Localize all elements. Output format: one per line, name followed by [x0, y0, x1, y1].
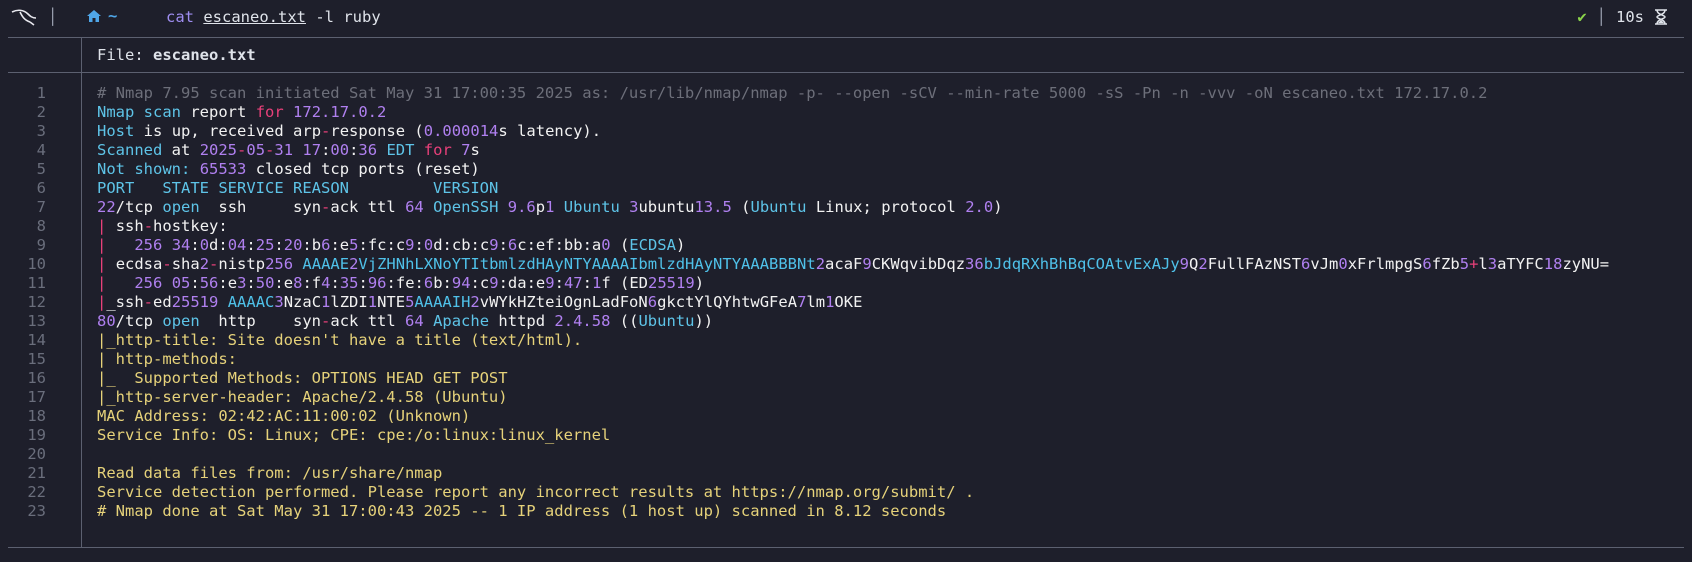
line-text: | 256 34:0d:04:25:20:b6:e5:fc:c9:0d:cb:c… [97, 236, 686, 254]
line-text: 80/tcp open http syn-ack ttl 64 Apache h… [97, 312, 714, 330]
command-name: cat [166, 8, 194, 26]
line-text: 22/tcp open ssh syn-ack ttl 64 OpenSSH 9… [97, 198, 1003, 216]
line-text: | http-methods: [97, 350, 237, 368]
line-text: Service Info: OS: Linux; CPE: cpe:/o:lin… [97, 426, 611, 444]
frame-header-border [8, 72, 1684, 73]
line-number: 11 [27, 274, 46, 292]
line-number: 5 [36, 160, 46, 178]
code-line: 12 |_ssh-ed25519 AAAAC3NzaC1lZDI1NTE5AAAA… [0, 293, 1692, 312]
code-line: 13 80/tcp open http syn-ack ttl 64 Apache… [0, 312, 1692, 331]
line-text: MAC Address: 02:42:AC:11:00:02 (Unknown) [97, 407, 471, 425]
os-segment: │ [10, 6, 74, 28]
kali-dragon-icon [11, 9, 37, 26]
segment-separator: │ [48, 8, 58, 26]
line-number: 13 [27, 312, 46, 330]
line-text: Scanned at 2025-05-31 17:00:36 EDT for 7… [97, 141, 480, 159]
command-args: -l ruby [315, 8, 381, 26]
frame-top-border [8, 37, 1684, 38]
code-line: 11 | 256 05:56:e3:50:e8:f4:35:96:fe:6b:94… [0, 274, 1692, 293]
line-number: 15 [27, 350, 46, 368]
code-line: 4 Scanned at 2025-05-31 17:00:36 EDT for … [0, 141, 1692, 160]
code-line: 1 # Nmap 7.95 scan initiated Sat May 31 1… [0, 84, 1692, 103]
line-text: Nmap scan report for 172.17.0.2 [97, 103, 387, 121]
frame-bottom-border [8, 547, 1684, 548]
segment-separator: │ [1596, 8, 1606, 26]
code-line: 2 Nmap scan report for 172.17.0.2 [0, 103, 1692, 122]
hourglass-icon [1655, 9, 1667, 25]
line-number: 10 [27, 255, 46, 273]
line-number: 7 [36, 198, 46, 216]
home-dir-label: ~ [108, 7, 118, 25]
line-number: 21 [27, 464, 46, 482]
code-line: 18 MAC Address: 02:42:AC:11:00:02 (Unknow… [0, 407, 1692, 426]
code-line: 21 Read data files from: /usr/share/nmap [0, 464, 1692, 483]
command-line[interactable]: cat escaneo.txt -l ruby [166, 8, 381, 26]
code-line: 22 Service detection performed. Please re… [0, 483, 1692, 502]
line-number: 20 [27, 445, 46, 463]
line-text: # Nmap 7.95 scan initiated Sat May 31 17… [97, 84, 1488, 102]
home-icon [87, 10, 101, 22]
code-line: 8 | ssh-hostkey: [0, 217, 1692, 236]
line-text: | ssh-hostkey: [97, 217, 228, 235]
line-number: 14 [27, 331, 46, 349]
code-line: 10 | ecdsa-sha2-nistp256 AAAAE2VjZHNhLXNo… [0, 255, 1692, 274]
line-number: 22 [27, 483, 46, 501]
line-number: 6 [36, 179, 46, 197]
line-number: 19 [27, 426, 46, 444]
line-number: 4 [36, 141, 46, 159]
code-line: 14 |_http-title: Site doesn't have a titl… [0, 331, 1692, 350]
line-number: 2 [36, 103, 46, 121]
file-header: File: escaneo.txt [97, 46, 256, 64]
code-line: 5 Not shown: 65533 closed tcp ports (rese… [0, 160, 1692, 179]
line-text: |_ssh-ed25519 AAAAC3NzaC1lZDI1NTE5AAAAIH… [97, 293, 863, 311]
code-line: 17 |_http-server-header: Apache/2.4.58 (U… [0, 388, 1692, 407]
line-number: 23 [27, 502, 46, 520]
file-header-name: escaneo.txt [153, 46, 256, 64]
shell-prompt: │ ~ cat escaneo.txt -l ruby ✔ │ 10s [0, 0, 1692, 34]
status-segment: ✔ │ 10s [1577, 8, 1668, 26]
line-text: | ecdsa-sha2-nistp256 AAAAE2VjZHNhLXNoYT… [97, 255, 1610, 273]
directory-segment: ~ [86, 7, 117, 25]
code-line: 6 PORT STATE SERVICE REASON VERSION [0, 179, 1692, 198]
code-line: 19 Service Info: OS: Linux; CPE: cpe:/o:l… [0, 426, 1692, 445]
code-line: 23 # Nmap done at Sat May 31 17:00:43 202… [0, 502, 1692, 521]
file-content: 1 # Nmap 7.95 scan initiated Sat May 31 1… [0, 84, 1692, 521]
command-file-arg[interactable]: escaneo.txt [203, 8, 306, 26]
line-text: |_ Supported Methods: OPTIONS HEAD GET P… [97, 369, 508, 387]
line-number: 12 [27, 293, 46, 311]
code-line: 7 22/tcp open ssh syn-ack ttl 64 OpenSSH … [0, 198, 1692, 217]
line-number: 17 [27, 388, 46, 406]
line-text [97, 445, 1677, 464]
line-text: Read data files from: /usr/share/nmap [97, 464, 443, 482]
line-text: Host is up, received arp-response (0.000… [97, 122, 602, 140]
line-number: 8 [36, 217, 46, 235]
line-number: 1 [36, 84, 46, 102]
code-line: 15 | http-methods: [0, 350, 1692, 369]
code-line: 9 | 256 34:0d:04:25:20:b6:e5:fc:c9:0d:cb:… [0, 236, 1692, 255]
line-text: PORT STATE SERVICE REASON VERSION [97, 179, 499, 197]
elapsed-time: 10s [1616, 8, 1644, 26]
code-line: 16 |_ Supported Methods: OPTIONS HEAD GET… [0, 369, 1692, 388]
line-text: | 256 05:56:e3:50:e8:f4:35:96:fe:6b:94:c… [97, 274, 705, 292]
line-number: 16 [27, 369, 46, 387]
line-text: |_http-title: Site doesn't have a title … [97, 331, 583, 349]
line-number: 9 [36, 236, 46, 254]
line-text: # Nmap done at Sat May 31 17:00:43 2025 … [97, 502, 947, 520]
line-text: |_http-server-header: Apache/2.4.58 (Ubu… [97, 388, 508, 406]
check-icon: ✔ [1577, 8, 1587, 26]
line-number: 3 [36, 122, 46, 140]
code-line: 3 Host is up, received arp-response (0.00… [0, 122, 1692, 141]
code-line: 20 [0, 445, 1692, 464]
line-text: Service detection performed. Please repo… [97, 483, 975, 501]
file-header-label: File: [97, 46, 153, 64]
line-number: 18 [27, 407, 46, 425]
line-text: Not shown: 65533 closed tcp ports (reset… [97, 160, 480, 178]
